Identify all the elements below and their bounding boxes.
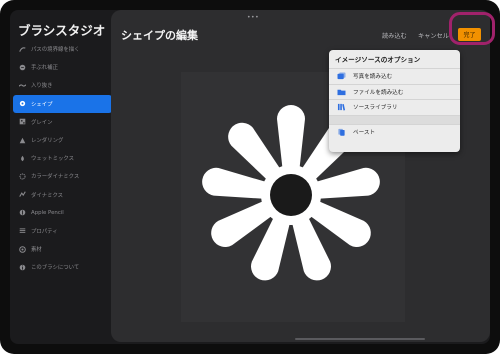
sidebar-item-label: ダイナミクス [31, 192, 64, 199]
sidebar-item-rendering[interactable]: レンダリング [13, 131, 112, 149]
sidebar-item-label: グレイン [31, 119, 53, 126]
import-photo-option[interactable]: 写真を読み込む [329, 68, 460, 84]
sidebar-item-apple-pencil[interactable]: Apple Pencil [13, 204, 112, 222]
sidebar-item-taper[interactable]: 入り抜き [13, 76, 112, 94]
stroke-path-icon [19, 46, 26, 53]
import-file-option[interactable]: ファイルを読み込む [329, 83, 460, 100]
cancel-button[interactable]: キャンセル [418, 31, 449, 40]
sidebar-item-properties[interactable]: プロパティ [13, 222, 112, 240]
source-library-icon [336, 103, 347, 111]
paste-icon [336, 128, 347, 136]
sidebar-item-label: このブラシについて [31, 265, 80, 272]
option-label: 写真を読み込む [353, 74, 393, 81]
folder-icon [336, 88, 347, 96]
sidebar-item-color-dynamics[interactable]: カラーダイナミクス [13, 167, 112, 185]
sidebar-item-label: カラーダイナミクス [31, 174, 80, 181]
image-source-popover: イメージソースのオプション 写真を読み込む ファイルを読み込む ソースライブラリ [329, 50, 460, 152]
option-label: ファイルを読み込む [353, 89, 404, 96]
rendering-icon [19, 137, 26, 144]
sidebar-item-stroke-path[interactable]: パスの境界線を描く [13, 40, 112, 58]
sidebar-item-label: プロパティ [31, 228, 58, 235]
wet-mix-icon [19, 155, 26, 162]
dynamics-icon [19, 191, 26, 198]
stabilization-icon [19, 64, 26, 71]
popover-separator [329, 114, 460, 124]
sidebar-item-label: Apple Pencil [31, 209, 64, 216]
sidebar-item-label: 入り抜き [31, 83, 53, 90]
source-library-option[interactable]: ソースライブラリ [329, 99, 460, 115]
grain-icon [19, 118, 26, 125]
sidebar-item-dynamics[interactable]: ダイナミクス [13, 186, 112, 204]
sidebar-item-stabilization[interactable]: 手ぶれ補正 [13, 58, 112, 76]
import-button[interactable]: 読み込む [382, 31, 407, 40]
sidebar-item-materials[interactable]: 素材 [13, 240, 112, 258]
sidebar-item-label: 素材 [31, 247, 42, 254]
sidebar-item-label: シェイプ [31, 101, 53, 108]
sidebar-item-about[interactable]: このブラシについて [13, 258, 112, 276]
done-button-highlight-annotation [449, 12, 495, 45]
option-label: ペースト [353, 129, 376, 136]
ipad-frame: ブラシスタジオ パスの境界線を描く 手ぶれ補正 入り抜き シェイプ グレイン レ… [0, 0, 500, 354]
option-label: ソースライブラリ [353, 105, 398, 112]
sidebar-item-label: レンダリング [31, 138, 64, 145]
sidebar: ブラシスタジオ パスの境界線を描く 手ぶれ補正 入り抜き シェイプ グレイン レ… [10, 10, 114, 344]
sidebar-menu: パスの境界線を描く 手ぶれ補正 入り抜き シェイプ グレイン レンダリング ウェ… [13, 40, 112, 276]
materials-icon [19, 245, 26, 253]
photo-import-icon [336, 72, 347, 80]
app-title: ブラシスタジオ [18, 23, 106, 38]
sidebar-item-label: パスの境界線を描く [31, 47, 80, 54]
sidebar-item-wet-mix[interactable]: ウェットミックス [13, 149, 112, 167]
sidebar-item-label: ウェットミックス [31, 156, 74, 163]
shape-icon [19, 100, 26, 107]
sheet-grabber[interactable]: ••• [247, 14, 259, 21]
sidebar-item-shape[interactable]: シェイプ [13, 94, 112, 113]
color-dynamics-icon [19, 173, 26, 180]
popover-title: イメージソースのオプション [335, 56, 421, 64]
sidebar-item-grain[interactable]: グレイン [13, 113, 112, 131]
home-indicator [295, 338, 425, 340]
apple-pencil-icon [19, 209, 26, 216]
paste-option[interactable]: ペースト [329, 123, 460, 140]
sheet-title: シェイプの編集 [121, 29, 198, 42]
taper-icon [19, 82, 26, 89]
properties-icon [19, 227, 26, 234]
about-icon [19, 264, 26, 271]
sidebar-item-label: 手ぶれ補正 [31, 65, 58, 72]
